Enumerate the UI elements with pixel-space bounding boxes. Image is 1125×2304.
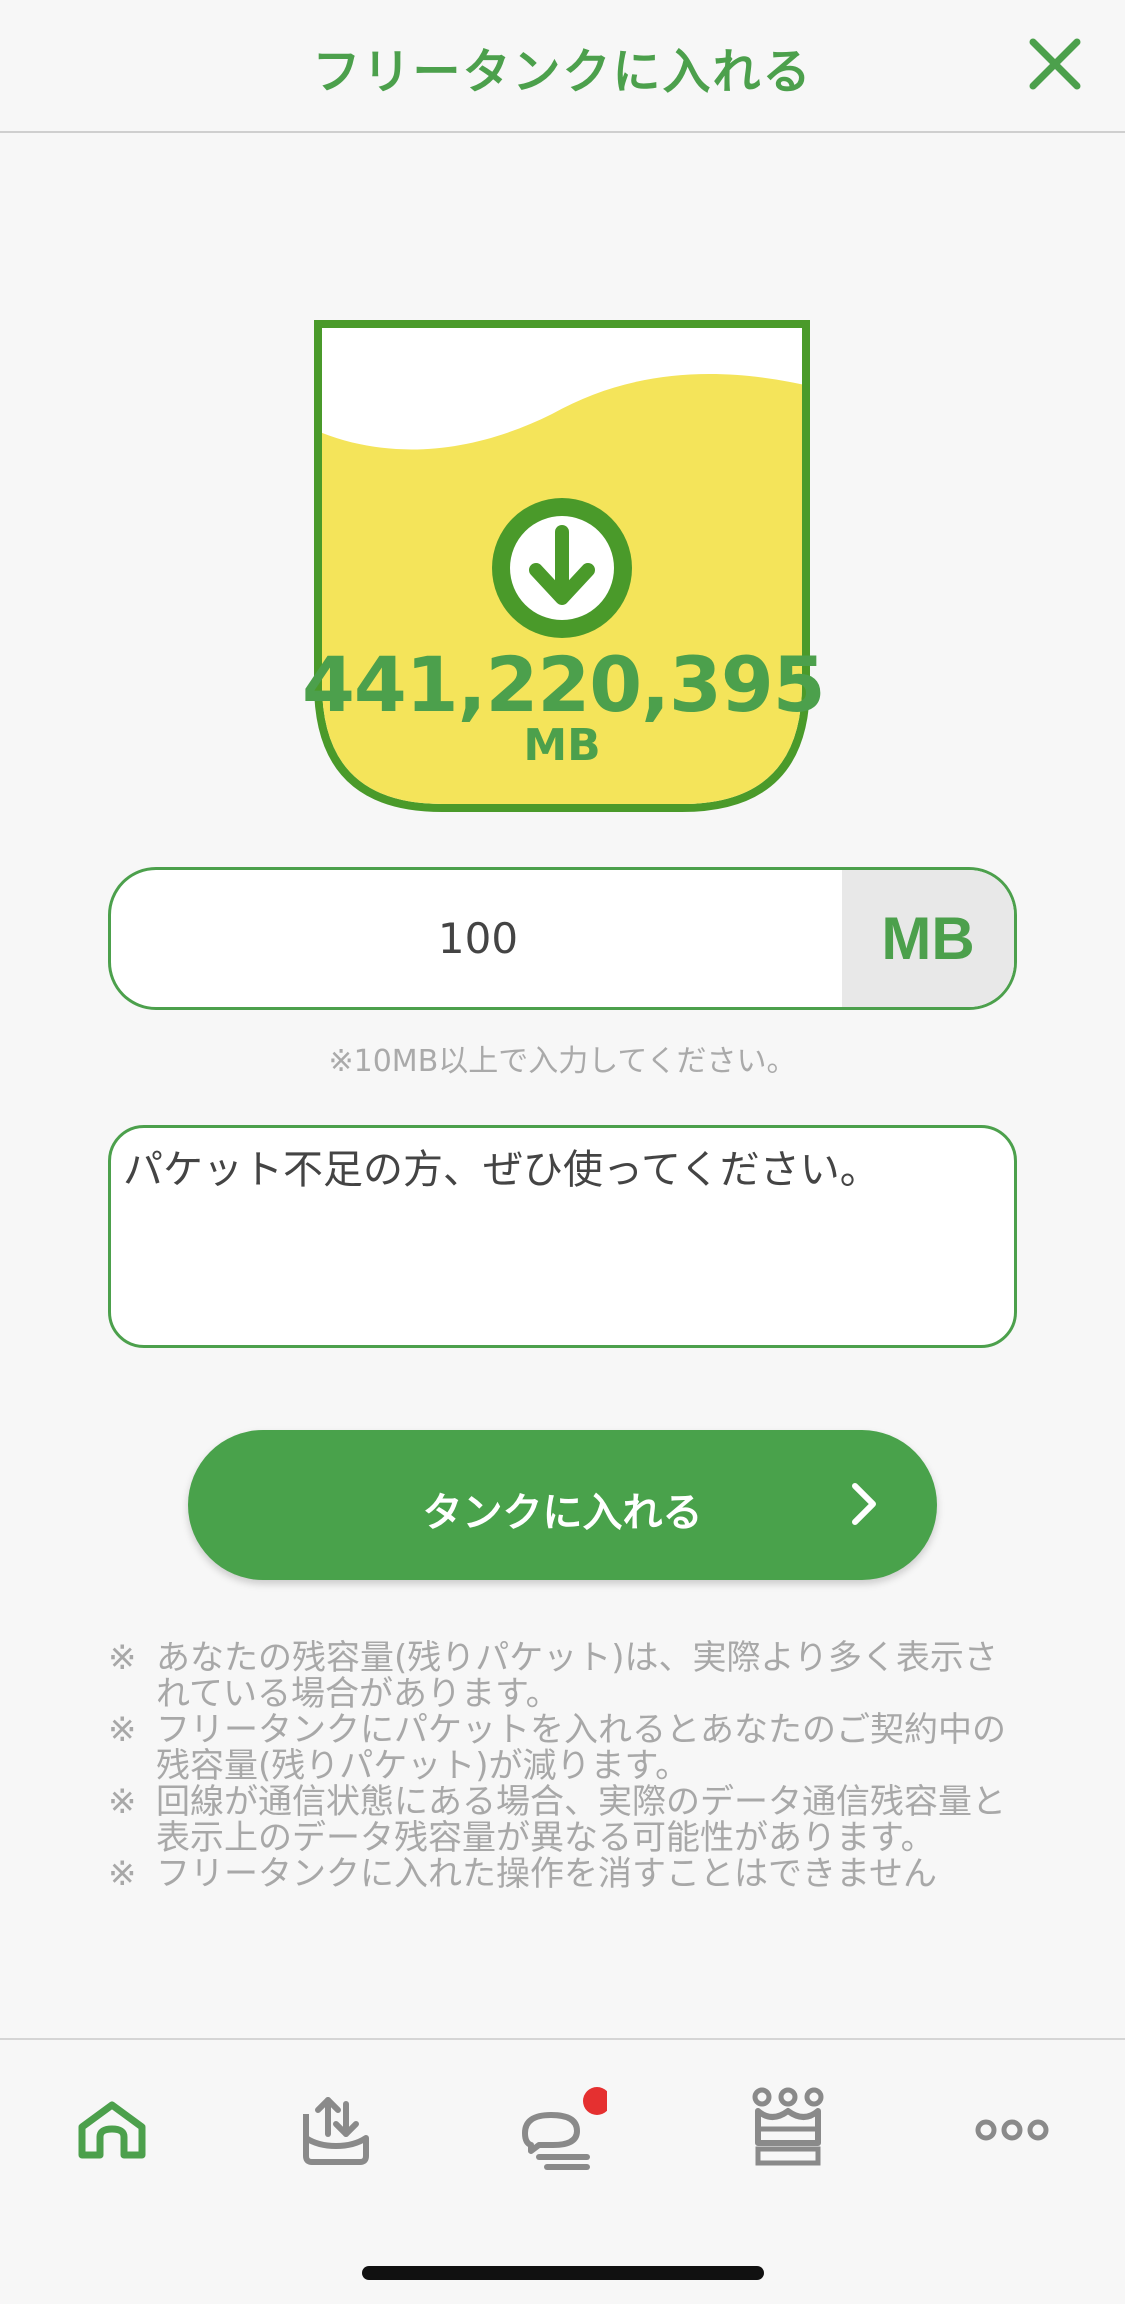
tank-unit: MB — [523, 720, 601, 771]
note-text: 回線が通信状態にある場合、実際のデータ通信残容量と表示上のデータ残容量が異なる可… — [156, 1782, 1006, 1858]
close-button[interactable] — [1025, 34, 1085, 94]
note-item: ※ あなたの残容量(残りパケット)は、実際より多く表示されている場合があります。 — [108, 1640, 1028, 1712]
message-text: パケット不足の方、ぜひ使ってください。 — [123, 1147, 880, 1193]
tank-amount: 441,220,395 — [302, 640, 826, 729]
tab-more[interactable] — [962, 2080, 1062, 2180]
note-item: ※ フリータンクにパケットを入れるとあなたのご契約中の残容量(残りパケット)が減… — [108, 1712, 1028, 1784]
amount-hint: ※10MB以上で入力してください。 — [328, 1044, 797, 1079]
page-title: フリータンクに入れる — [312, 44, 813, 100]
note-mark: ※ — [108, 1638, 137, 1678]
home-icon — [78, 2101, 146, 2159]
header-bar: フリータンクに入れる — [0, 0, 1125, 133]
notification-badge — [583, 2087, 607, 2115]
note-text: あなたの残容量(残りパケット)は、実際より多く表示されている場合があります。 — [156, 1638, 998, 1714]
tab-chat[interactable] — [512, 2080, 612, 2180]
amount-input[interactable] — [111, 870, 845, 1007]
tab-upload[interactable] — [286, 2080, 386, 2180]
put-in-tank-label: タンクに入れる — [422, 1490, 703, 1536]
message-field[interactable]: パケット不足の方、ぜひ使ってください。 — [108, 1125, 1017, 1348]
amount-unit-label: MB — [842, 870, 1014, 1007]
note-mark: ※ — [108, 1854, 137, 1894]
upload-tray-icon — [303, 2097, 369, 2165]
free-tank-graphic: 441,220,395 MB — [302, 314, 826, 818]
close-icon — [1029, 38, 1081, 90]
note-text: フリータンクにパケットを入れるとあなたのご契約中の残容量(残りパケット)が減りま… — [156, 1710, 1006, 1786]
note-text: フリータンクに入れた操作を消すことはできません — [156, 1854, 937, 1894]
amount-field: MB — [108, 867, 1017, 1010]
home-indicator — [362, 2266, 764, 2280]
more-dots-icon — [975, 2119, 1049, 2141]
crown-icon — [752, 2087, 824, 2166]
notes-list: ※ あなたの残容量(残りパケット)は、実際より多く表示されている場合があります。… — [108, 1640, 1028, 1892]
note-mark: ※ — [108, 1782, 137, 1822]
tab-home[interactable] — [62, 2080, 162, 2180]
put-in-tank-button[interactable]: タンクに入れる — [188, 1430, 937, 1580]
tab-ranking[interactable] — [738, 2080, 838, 2180]
tab-bar — [0, 2038, 1125, 2304]
note-item: ※ 回線が通信状態にある場合、実際のデータ通信残容量と表示上のデータ残容量が異な… — [108, 1784, 1028, 1856]
note-mark: ※ — [108, 1710, 137, 1750]
chevron-right-icon — [852, 1483, 876, 1525]
note-item: ※ フリータンクに入れた操作を消すことはできません — [108, 1856, 1028, 1892]
chat-bubble-icon — [522, 2087, 607, 2170]
